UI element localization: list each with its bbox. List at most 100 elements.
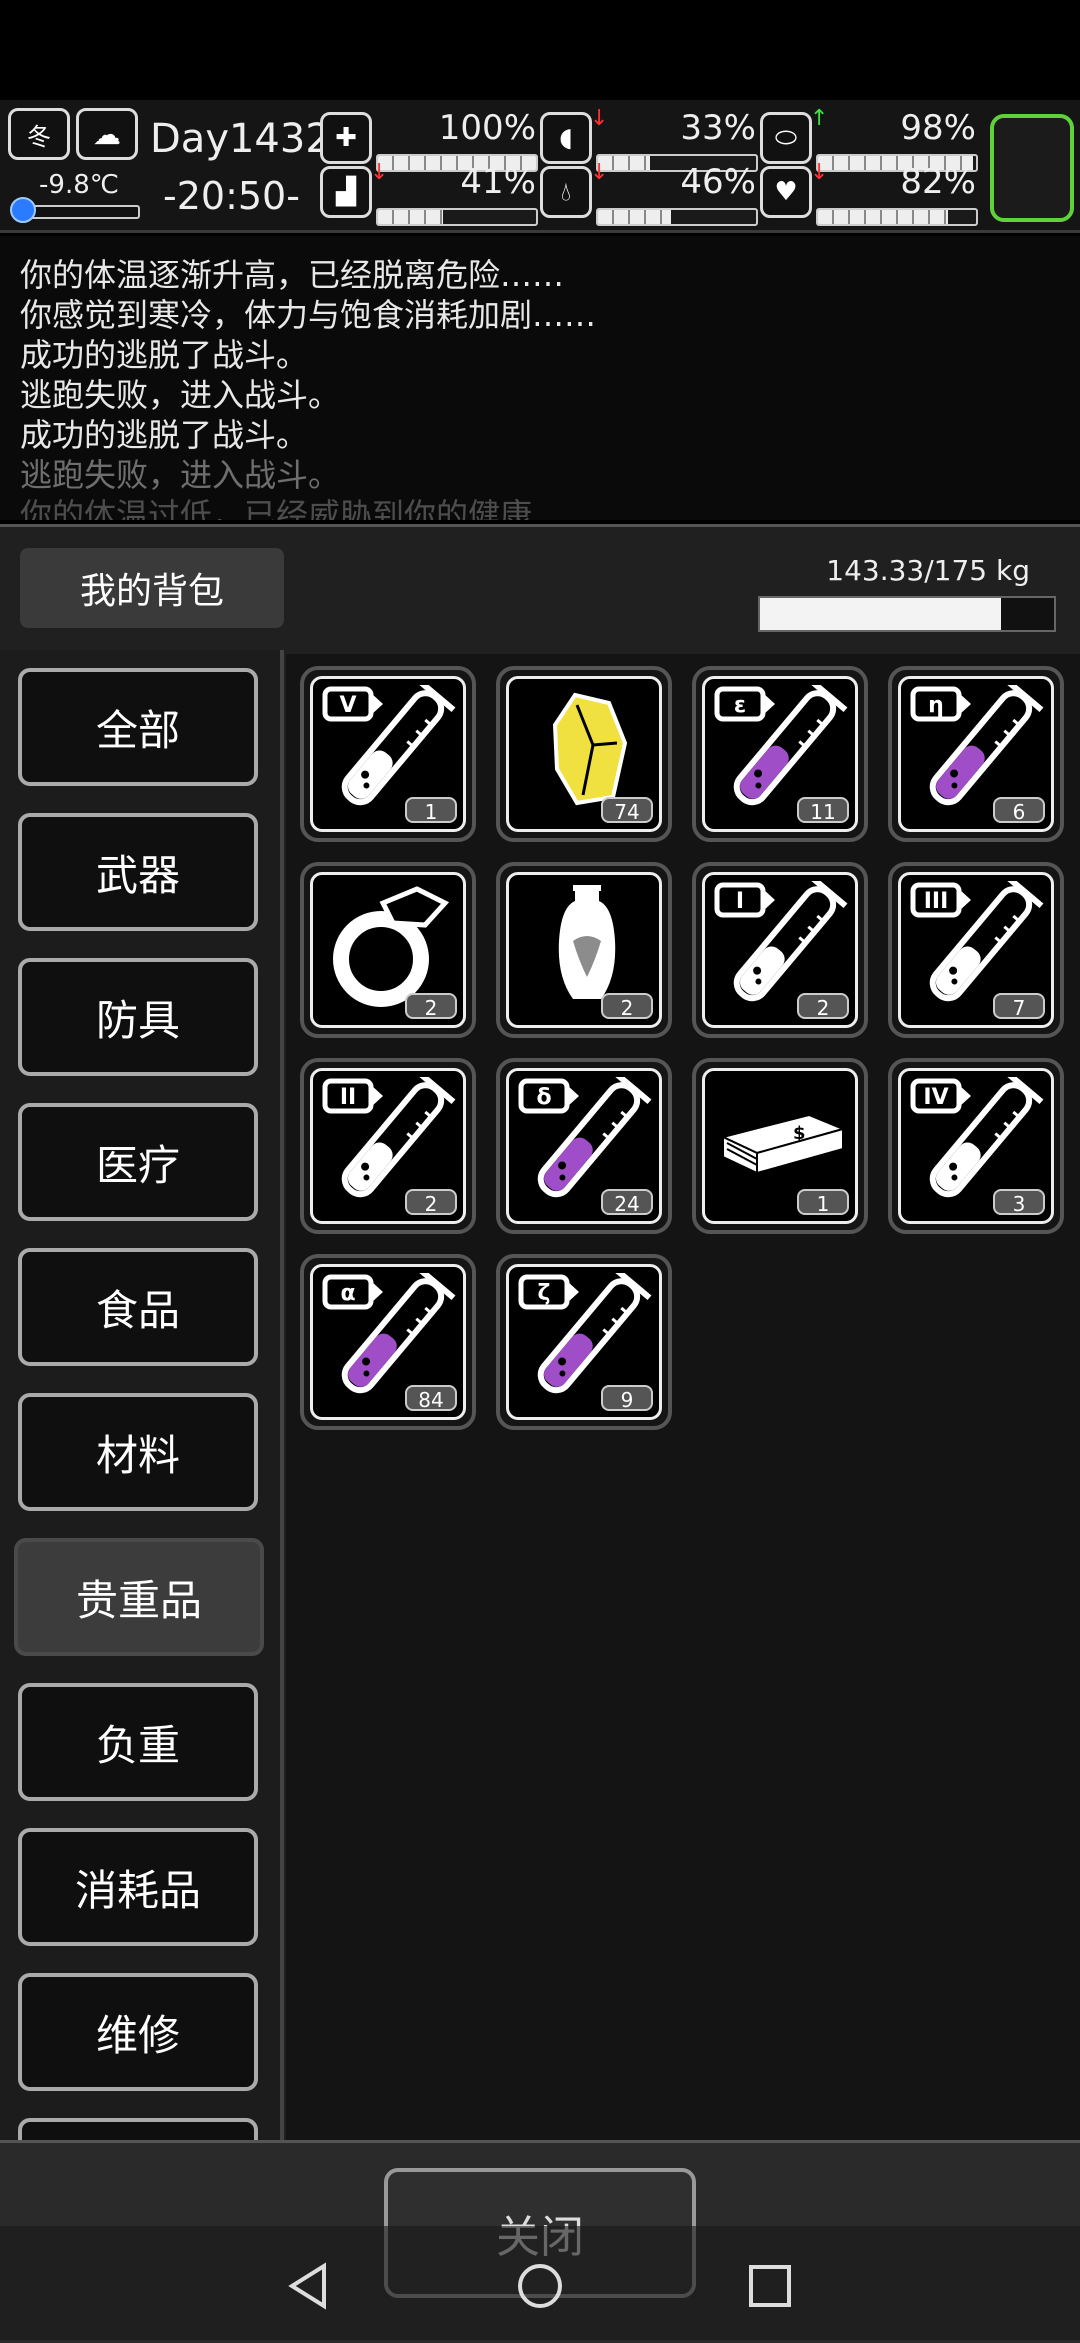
inventory-slot[interactable]: η 6 [888, 666, 1064, 842]
potion-ii-icon: II 2 [310, 1068, 466, 1224]
item-quantity: 2 [405, 993, 457, 1020]
health-stat: ✚ 100% [320, 108, 540, 172]
inventory-slot[interactable]: 2 [496, 862, 672, 1038]
svg-text:$: $ [793, 1123, 806, 1144]
item-grid: V 1 74 ε 11 η 6 2 2 I 2 III 7 II 2 δ 24 … [286, 654, 1080, 2140]
inventory-slot[interactable]: α 84 [300, 1254, 476, 1430]
down-arrow-icon: ↓ [590, 160, 609, 185]
potion-alpha-icon: α 84 [310, 1264, 466, 1420]
category-tab[interactable]: 食品 [18, 1248, 258, 1366]
potion-i-icon: I 2 [702, 872, 858, 1028]
potion-zeta-icon: ζ 9 [506, 1264, 662, 1420]
stomach-icon: ◖ [540, 112, 592, 164]
item-quantity: 7 [993, 993, 1045, 1020]
stamina-fill [378, 210, 443, 224]
season-label: 冬 [27, 122, 51, 151]
potion-iv-icon: IV 3 [898, 1068, 1054, 1224]
down-arrow-icon: ↓ [370, 160, 389, 185]
temperature-readout: -9.8℃ [39, 170, 119, 200]
svg-text:α: α [340, 1281, 355, 1306]
item-quantity: 6 [993, 797, 1045, 824]
season-badge: 冬 [8, 108, 70, 160]
quick-slot-button[interactable] [990, 114, 1074, 222]
potion-epsilon-icon: ε 11 [702, 676, 858, 832]
category-tab[interactable]: 材料 [18, 1393, 258, 1511]
money-stack-icon: $ 1 [702, 1068, 858, 1224]
potion-iii-icon: III 7 [898, 872, 1054, 1028]
item-quantity: 2 [797, 993, 849, 1020]
message-log: 你的体温逐渐升高，已经脱离危险…… 你感觉到寒冷，体力与饱食消耗加剧…… 成功的… [0, 236, 1080, 520]
stamina-value: 41% [460, 162, 536, 202]
svg-text:η: η [928, 693, 944, 718]
day-counter: Day1432 [150, 116, 331, 162]
mood-stat: ⬭ ↑ 98% [760, 106, 980, 172]
category-sidebar[interactable]: 全部武器防具医疗食品材料贵重品负重消耗品维修 [0, 650, 284, 2140]
thirst-stat: 💧︎ ↓ 46% [540, 160, 760, 226]
category-tab[interactable]: 防具 [18, 958, 258, 1076]
inventory-slot[interactable]: V 1 [300, 666, 476, 842]
clock-time: -20:50- [163, 174, 300, 218]
inventory-slot[interactable]: 2 [300, 862, 476, 1038]
weight-bar [758, 596, 1056, 632]
boot-icon: ▟ [320, 166, 372, 218]
inventory-slot[interactable]: IV 3 [888, 1058, 1064, 1234]
inventory-slot[interactable]: I 2 [692, 862, 868, 1038]
inventory-slot[interactable]: 74 [496, 666, 672, 842]
log-line: 你的体温过低，已经威胁到你的健康 [20, 496, 533, 520]
svg-text:ε: ε [734, 693, 746, 718]
stamina-stat: ▟ ↓ 41% [320, 160, 540, 226]
svg-text:I: I [736, 889, 744, 914]
heart-fill [818, 210, 948, 224]
inventory-slot[interactable]: $ 1 [692, 1058, 868, 1234]
home-icon[interactable] [516, 2262, 564, 2310]
hunger-stat: ◖ ↓ 33% [540, 106, 760, 172]
inventory-slot[interactable]: ε 11 [692, 666, 868, 842]
item-quantity: 9 [601, 1385, 653, 1412]
category-tab[interactable]: 全部 [18, 668, 258, 786]
potion-delta-icon: δ 24 [506, 1068, 662, 1224]
thirst-fill [598, 210, 671, 224]
svg-text:ζ: ζ [538, 1281, 551, 1306]
potion-eta-icon: η 6 [898, 676, 1054, 832]
category-tab[interactable]: 医疗 [18, 1103, 258, 1221]
item-quantity: 2 [405, 1189, 457, 1216]
inventory-slot[interactable]: II 2 [300, 1058, 476, 1234]
category-tab[interactable]: 负重 [18, 1683, 258, 1801]
inventory-slot[interactable]: ζ 9 [496, 1254, 672, 1430]
up-arrow-icon: ↑ [810, 106, 829, 131]
item-quantity: 1 [797, 1189, 849, 1216]
down-arrow-icon: ↓ [810, 160, 829, 185]
mood-value: 98% [900, 108, 976, 148]
category-tab[interactable]: 消耗品 [18, 1828, 258, 1946]
heart-value: 82% [900, 162, 976, 202]
health-value: 100% [438, 108, 536, 148]
back-icon[interactable] [286, 2262, 334, 2310]
inventory-slot[interactable]: III 7 [888, 862, 1064, 1038]
weight-readout: 143.33/175 kg [826, 554, 1030, 587]
potion-v-icon: V 1 [310, 676, 466, 832]
water-drop-icon: 💧︎ [540, 166, 592, 218]
item-quantity: 84 [405, 1385, 457, 1412]
item-quantity: 1 [405, 797, 457, 824]
item-quantity: 3 [993, 1189, 1045, 1216]
category-tab[interactable]: 维修 [18, 1973, 258, 2091]
item-quantity: 74 [601, 797, 653, 824]
svg-text:V: V [339, 693, 356, 718]
item-quantity: 24 [601, 1189, 653, 1216]
down-arrow-icon: ↓ [590, 106, 609, 131]
capsule-icon: ⬭ [760, 112, 812, 164]
category-tab-partial[interactable] [18, 2118, 258, 2140]
recents-icon[interactable] [746, 2262, 794, 2310]
category-tab[interactable]: 贵重品 [14, 1538, 264, 1656]
category-tab[interactable]: 武器 [18, 813, 258, 931]
vase-icon: 2 [506, 872, 662, 1028]
ring-icon: 2 [310, 872, 466, 1028]
svg-text:II: II [340, 1085, 356, 1110]
item-quantity: 2 [601, 993, 653, 1020]
thirst-value: 46% [680, 162, 756, 202]
heart-stat: ♥ ↓ 82% [760, 160, 980, 226]
thermometer-icon [10, 197, 36, 223]
cloud-icon: ☁ [76, 108, 138, 160]
svg-text:IV: IV [923, 1085, 948, 1110]
inventory-slot[interactable]: δ 24 [496, 1058, 672, 1234]
